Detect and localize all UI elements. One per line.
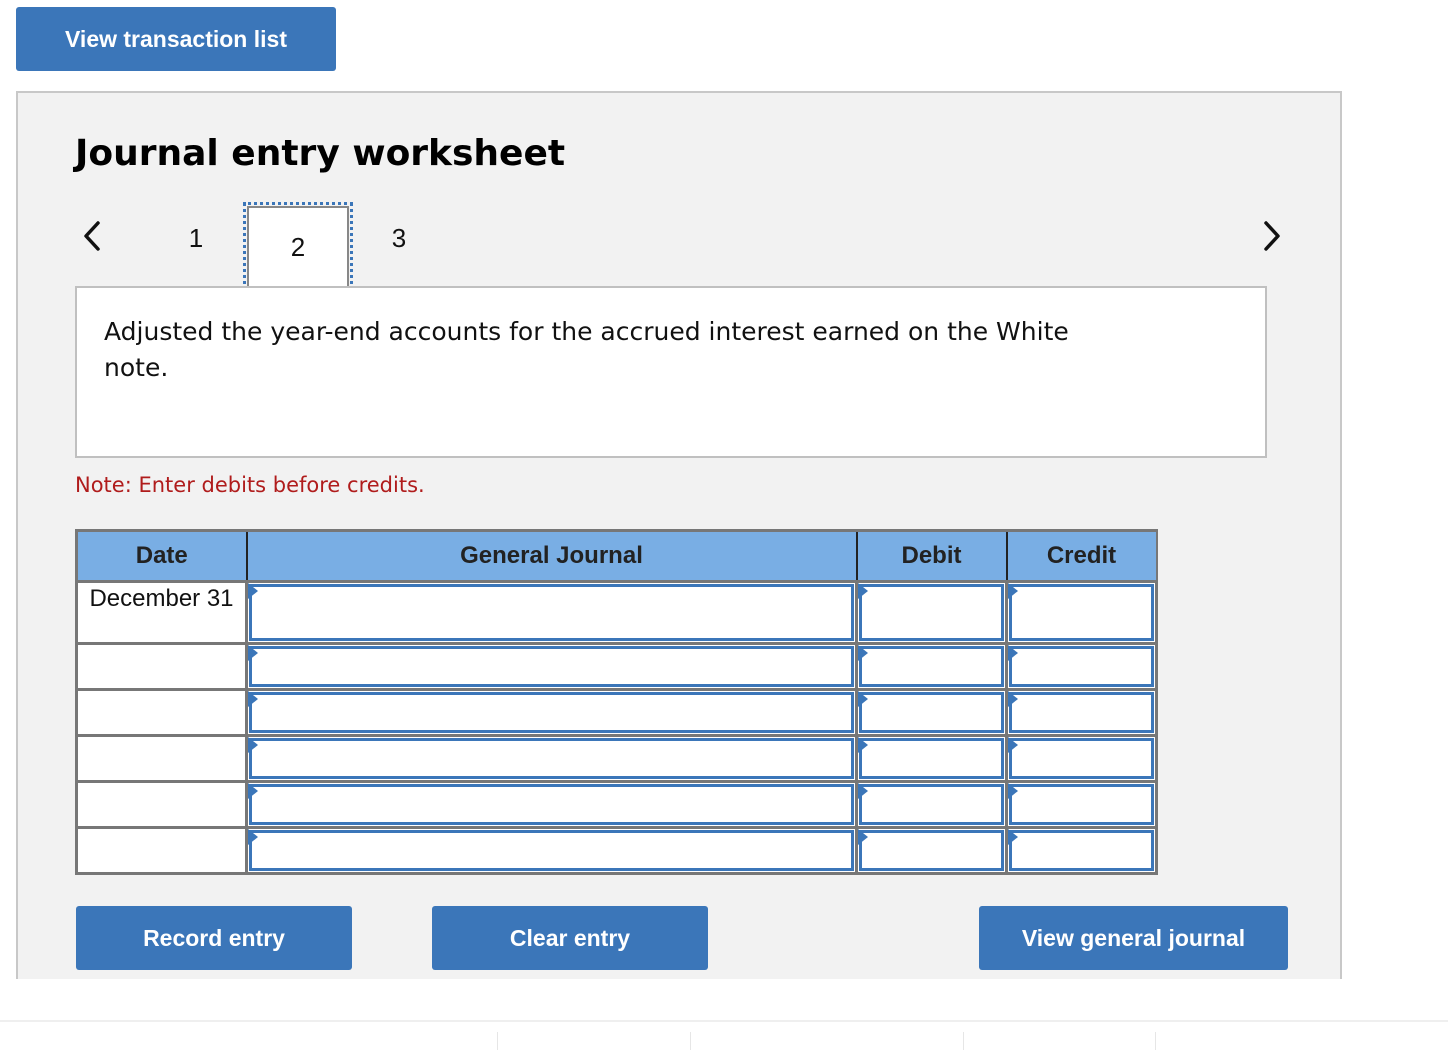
credit-cell <box>1005 688 1158 737</box>
page-tab-1[interactable]: 1 <box>181 223 211 254</box>
chevron-right-icon[interactable] <box>1256 219 1286 253</box>
debit-input[interactable] <box>859 584 1004 641</box>
debit-input[interactable] <box>859 738 1004 779</box>
debit-input[interactable] <box>859 830 1004 871</box>
credit-input[interactable] <box>1009 692 1154 733</box>
footer-separator <box>497 1032 498 1050</box>
dropdown-marker-icon <box>858 783 868 799</box>
account-cell <box>245 826 858 875</box>
page-tab-3[interactable]: 3 <box>384 223 414 254</box>
account-cell <box>245 688 858 737</box>
dropdown-marker-icon <box>858 645 868 661</box>
dropdown-marker-icon <box>1008 737 1018 753</box>
dropdown-marker-icon <box>248 783 258 799</box>
account-input[interactable] <box>249 738 854 779</box>
dropdown-marker-icon <box>248 737 258 753</box>
dropdown-marker-icon <box>248 691 258 707</box>
debit-cell <box>855 780 1008 829</box>
worksheet-title: Journal entry worksheet <box>75 133 566 174</box>
debit-input[interactable] <box>859 692 1004 733</box>
debit-cell <box>855 642 1008 691</box>
debit-input[interactable] <box>859 784 1004 825</box>
account-input[interactable] <box>249 830 854 871</box>
dropdown-marker-icon <box>1008 691 1018 707</box>
debit-credit-note: Note: Enter debits before credits. <box>75 473 425 497</box>
date-cell <box>75 688 248 737</box>
credit-cell <box>1005 734 1158 783</box>
account-cell <box>245 642 858 691</box>
account-input[interactable] <box>249 584 854 641</box>
column-header-date: Date <box>75 529 248 583</box>
credit-cell <box>1005 642 1158 691</box>
credit-input[interactable] <box>1009 646 1154 687</box>
dropdown-marker-icon <box>248 829 258 845</box>
footer-separator <box>690 1032 691 1050</box>
dropdown-marker-icon <box>1008 645 1018 661</box>
column-header-general-journal: General Journal <box>245 529 858 583</box>
journal-entry-worksheet-panel: Journal entry worksheet 1 2 3 Adjusted t… <box>16 91 1342 979</box>
account-cell <box>245 580 858 645</box>
dropdown-marker-icon <box>1008 783 1018 799</box>
view-general-journal-button[interactable]: View general journal <box>979 906 1288 970</box>
account-cell <box>245 734 858 783</box>
date-cell <box>75 642 248 691</box>
column-header-debit: Debit <box>855 529 1008 583</box>
date-cell <box>75 826 248 875</box>
account-input[interactable] <box>249 784 854 825</box>
account-cell <box>245 780 858 829</box>
record-entry-button[interactable]: Record entry <box>76 906 352 970</box>
credit-input[interactable] <box>1009 830 1154 871</box>
account-input[interactable] <box>249 646 854 687</box>
clear-entry-button[interactable]: Clear entry <box>432 906 708 970</box>
footer-separator <box>1155 1032 1156 1050</box>
journal-row: December 31 <box>75 580 1158 645</box>
footer-separator <box>963 1032 964 1050</box>
date-cell <box>75 780 248 829</box>
credit-cell <box>1005 580 1158 645</box>
journal-row <box>75 734 1158 783</box>
dropdown-marker-icon <box>1008 583 1018 599</box>
credit-input[interactable] <box>1009 784 1154 825</box>
chevron-left-icon[interactable] <box>78 219 108 253</box>
dropdown-marker-icon <box>248 583 258 599</box>
debit-input[interactable] <box>859 646 1004 687</box>
debit-cell <box>855 580 1008 645</box>
debit-cell <box>855 826 1008 875</box>
footer-divider <box>0 1020 1448 1022</box>
date-cell <box>75 734 248 783</box>
dropdown-marker-icon <box>1008 829 1018 845</box>
journal-row <box>75 642 1158 691</box>
journal-row <box>75 826 1158 875</box>
journal-table: Date General Journal Debit Credit Decemb… <box>75 529 1158 875</box>
dropdown-marker-icon <box>248 645 258 661</box>
credit-input[interactable] <box>1009 738 1154 779</box>
journal-header-row: Date General Journal Debit Credit <box>75 529 1158 583</box>
credit-input[interactable] <box>1009 584 1154 641</box>
page-tab-2-active[interactable]: 2 <box>243 202 353 292</box>
date-cell: December 31 <box>75 580 248 645</box>
column-header-credit: Credit <box>1005 529 1158 583</box>
credit-cell <box>1005 780 1158 829</box>
dropdown-marker-icon <box>858 583 868 599</box>
view-transaction-list-button[interactable]: View transaction list <box>16 7 336 71</box>
dropdown-marker-icon <box>858 737 868 753</box>
journal-row <box>75 688 1158 737</box>
transaction-description: Adjusted the year-end accounts for the a… <box>75 286 1267 458</box>
debit-cell <box>855 688 1008 737</box>
debit-cell <box>855 734 1008 783</box>
dropdown-marker-icon <box>858 691 868 707</box>
credit-cell <box>1005 826 1158 875</box>
account-input[interactable] <box>249 692 854 733</box>
journal-row <box>75 780 1158 829</box>
dropdown-marker-icon <box>858 829 868 845</box>
